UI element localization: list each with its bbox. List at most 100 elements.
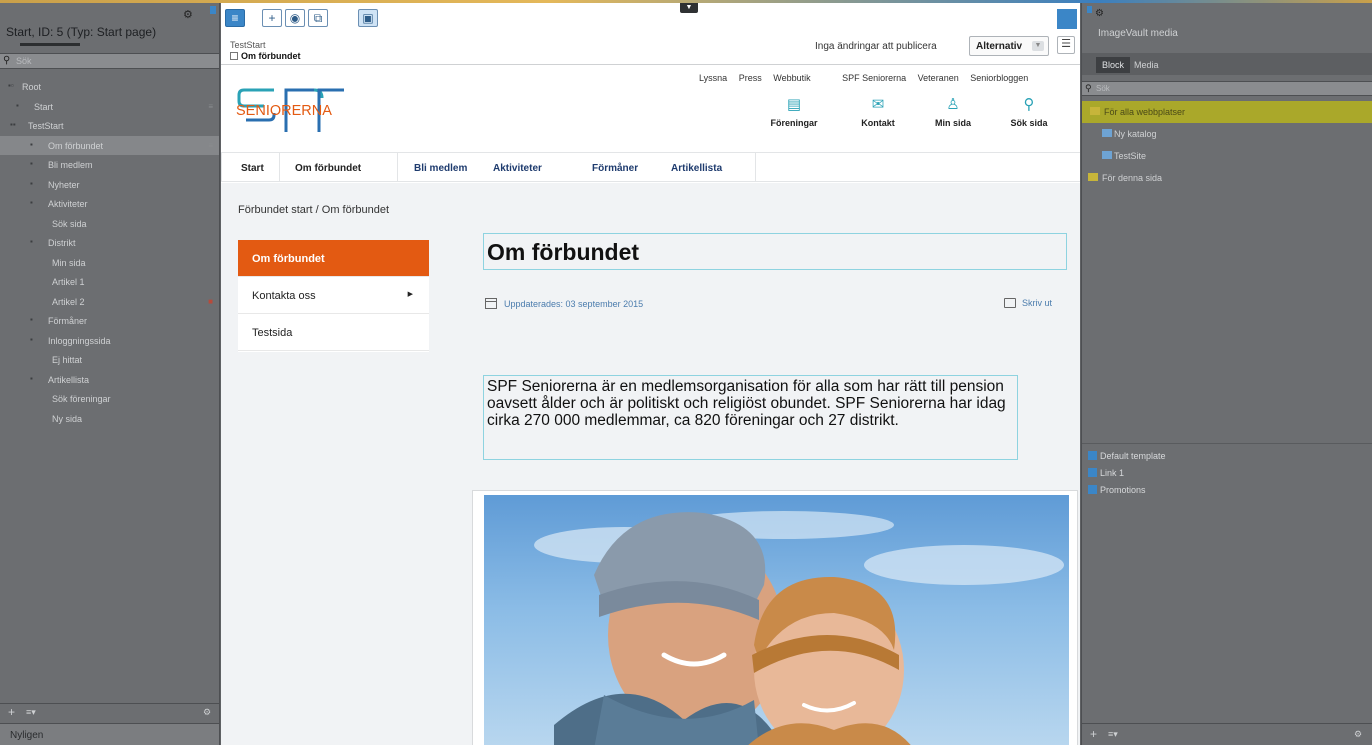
block-item[interactable]: Link 1 (1082, 464, 1372, 481)
breadcrumb-home[interactable]: Förbundet start (238, 204, 313, 216)
pin-icon[interactable] (210, 6, 216, 14)
tree-item[interactable]: Min sida (0, 253, 219, 273)
breadcrumb: Förbundet start / Om förbundet (238, 204, 390, 216)
preview-icon[interactable]: ◉ (285, 9, 305, 27)
tree-item[interactable]: Sök föreningar (0, 389, 219, 409)
subnav-om-forbundet[interactable]: Om förbundet (238, 240, 429, 277)
tree-item[interactable]: ▪ Nyheter (0, 175, 219, 195)
block-item[interactable]: Default template (1082, 447, 1372, 464)
top-link[interactable]: Press (739, 73, 762, 83)
drag-handle[interactable]: ≡ (208, 102, 213, 111)
tree-item[interactable]: ▪ Start ≡ (0, 97, 219, 117)
tree-item[interactable]: ▪ Artikellista (0, 370, 219, 390)
nav-artikellista[interactable]: Artikellista (671, 163, 722, 174)
folder-icon (1090, 107, 1100, 115)
block-icon (1088, 485, 1097, 494)
subnav-testsida[interactable]: Testsida (238, 314, 429, 351)
assets-search-input[interactable]: ⚲ Sök (1082, 81, 1372, 96)
arrow-right-icon: ▶ (407, 291, 413, 298)
nav-start[interactable]: Start (241, 163, 264, 174)
folder-item-selected[interactable]: För alla webbplatser (1082, 101, 1372, 123)
toggle-tree-button[interactable]: ≡ (225, 9, 245, 27)
recent-tab[interactable]: Nyligen (0, 723, 219, 745)
compare-icon[interactable]: ⧉ (308, 9, 328, 27)
mail-icon: ✉ (871, 96, 885, 113)
assets-tabs: Block Media (1082, 53, 1372, 75)
pin-icon[interactable] (1087, 6, 1092, 13)
folder-icon (1088, 173, 1098, 181)
top-link[interactable]: Webbutik (773, 73, 810, 83)
nav-formaner[interactable]: Förmåner (592, 163, 638, 174)
tree-item[interactable]: Ny sida (0, 409, 219, 429)
block-item[interactable]: Promotions (1082, 481, 1372, 498)
spf-logo[interactable]: SENIORERNA (236, 84, 346, 134)
add-icon[interactable]: + (8, 705, 15, 719)
folder-item[interactable]: Ny katalog (1082, 123, 1372, 145)
intro-text-block[interactable]: SPF Seniorerna är en medlemsorganisation… (483, 375, 1018, 460)
site-header: SENIORERNA Lyssna Press Webbutik SPF Sen… (221, 66, 1080, 152)
top-link[interactable]: Lyssna (699, 73, 727, 83)
list-icon: ▤ (786, 96, 802, 113)
tree-item[interactable]: ▪ Bli medlem (0, 155, 219, 175)
tree-item[interactable]: Artikel 1 (0, 272, 219, 292)
tree-item-selected[interactable]: ▪ Om förbundet ≡ (0, 135, 219, 155)
settings-icon[interactable]: ⚙ (203, 707, 211, 718)
menu-icon[interactable]: ≡▾ (1108, 729, 1118, 740)
gear-icon[interactable]: ⚙ (183, 8, 193, 21)
add-icon[interactable]: + (1090, 727, 1097, 741)
view-mode-icon[interactable]: ▣ (358, 9, 378, 27)
editor-area: ≡ + ◉ ⧉ ▣ ▼ TestStart Om förbundet Inga … (221, 3, 1080, 745)
tree-item[interactable]: Artikel 2 ■ (0, 292, 219, 312)
header-link-min-sida[interactable]: ♙ Min sida (923, 96, 983, 128)
header-link-kontakt[interactable]: ✉ Kontakt (848, 96, 908, 128)
header-link-foreningar[interactable]: ▤ Föreningar (764, 96, 824, 128)
menu-icon[interactable]: ≡▾ (26, 707, 36, 718)
updated-date: Uppdaterades: 03 september 2015 (485, 298, 643, 309)
tree-item[interactable]: ▪ Aktiviteter (0, 194, 219, 214)
recent-label: Nyligen (10, 730, 44, 741)
nav-om-forbundet[interactable]: Om förbundet (295, 163, 361, 174)
top-link[interactable]: SPF Seniorerna (842, 73, 906, 83)
divider (1082, 443, 1372, 444)
header-link-sok-sida[interactable]: ⚲ Sök sida (999, 96, 1059, 128)
image-block[interactable] (472, 490, 1078, 745)
folder-tree: För alla webbplatser Ny katalog TestSite… (1082, 101, 1372, 189)
tree-item[interactable]: ▪ Distrikt (0, 233, 219, 253)
search-icon: ⚲ (3, 55, 11, 66)
breadcrumb-current: Om förbundet (230, 51, 301, 61)
heading-editable-block[interactable]: Om förbundet (483, 233, 1067, 270)
folder-item[interactable]: TestSite (1082, 145, 1372, 167)
print-link[interactable]: Skriv ut (1004, 298, 1052, 308)
add-icon[interactable]: + (262, 9, 282, 27)
search-placeholder: Sök (1096, 84, 1110, 93)
search-icon: ⚲ (1085, 83, 1092, 93)
top-link[interactable]: Seniorbloggen (970, 73, 1028, 83)
settings-icon[interactable]: ⚙ (1354, 729, 1362, 740)
toggle-assets-button[interactable] (1057, 9, 1077, 29)
list-view-icon[interactable]: ☰ (1057, 36, 1075, 54)
tree-item[interactable]: ▪ Förmåner (0, 311, 219, 331)
chevron-down-icon: ▼ (1032, 41, 1044, 51)
folder-item[interactable]: För denna sida (1082, 167, 1372, 189)
tree-item[interactable]: ▪ Inloggningssida (0, 331, 219, 351)
tree-search-input[interactable]: ⚲ Sök (0, 53, 219, 69)
block-list: Default template Link 1 Promotions (1082, 447, 1372, 498)
tree-item[interactable]: Sök sida (0, 214, 219, 234)
tree-item[interactable]: ▪▪ TestStart (0, 116, 219, 136)
breadcrumb-parent[interactable]: TestStart (230, 40, 266, 50)
folder-icon (1102, 151, 1112, 159)
gear-icon[interactable]: ⚙ (1095, 8, 1104, 19)
sub-navigation: Om förbundet Kontakta oss ▶ Testsida (238, 240, 429, 352)
options-button[interactable]: Alternativ ▼ (969, 36, 1049, 56)
top-link[interactable]: Veteranen (918, 73, 959, 83)
tab-block[interactable]: Block (1096, 57, 1131, 73)
tree-item[interactable]: Ej hittat (0, 350, 219, 370)
nav-aktiviteter[interactable]: Aktiviteter (493, 163, 542, 174)
nav-bli-medlem[interactable]: Bli medlem (414, 163, 467, 174)
chevron-down-icon[interactable]: ▼ (680, 3, 698, 13)
subnav-kontakta-oss[interactable]: Kontakta oss ▶ (238, 277, 429, 314)
drag-handle[interactable]: ≡ (208, 141, 213, 150)
tree-item[interactable]: ▪▫ Root (0, 77, 219, 97)
panel-title-underline (20, 43, 80, 46)
tab-media[interactable]: Media (1128, 57, 1165, 73)
